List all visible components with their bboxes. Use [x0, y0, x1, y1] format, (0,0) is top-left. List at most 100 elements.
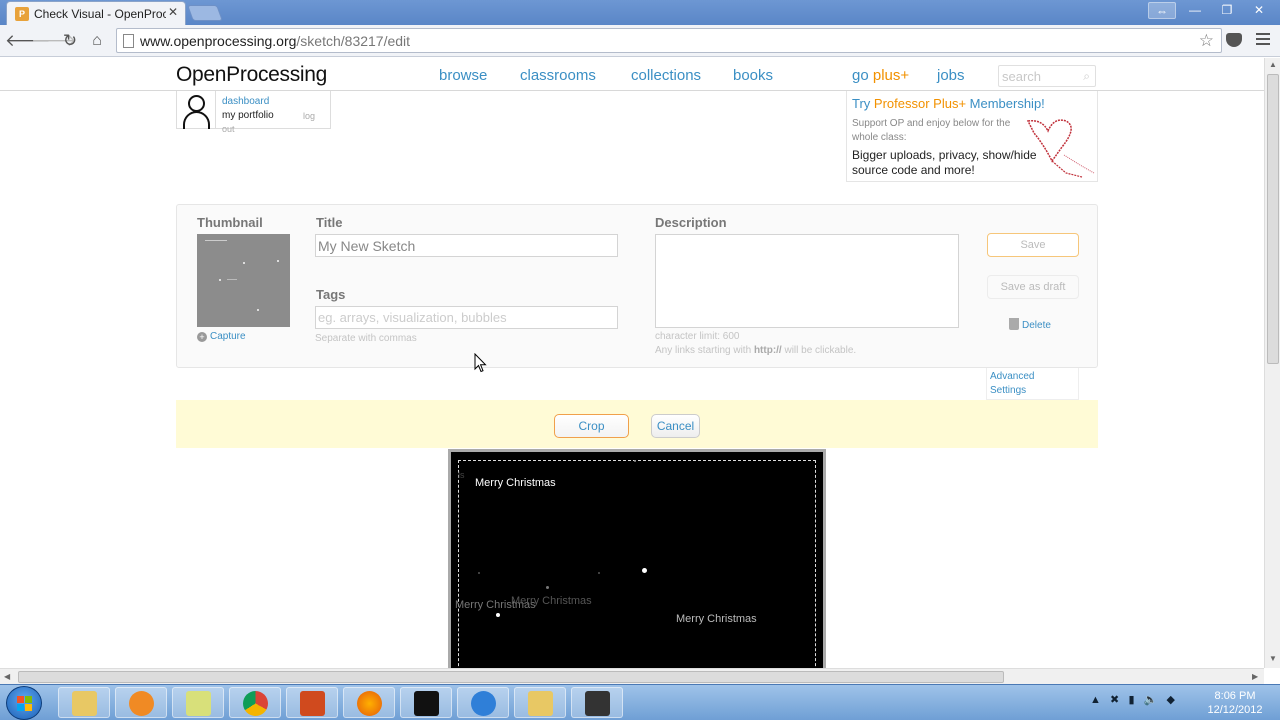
start-button[interactable] [6, 686, 42, 720]
reload-icon[interactable]: ↻ [59, 30, 81, 52]
menu-icon[interactable] [1256, 33, 1270, 47]
avatar[interactable] [180, 93, 214, 129]
forward-arrow-icon[interactable]: 🡒 [31, 30, 77, 52]
tab-title: Check Visual - OpenProce [34, 7, 166, 21]
thumbnail-image [197, 234, 290, 327]
delete-link[interactable]: Delete [1009, 318, 1051, 331]
pocket-icon[interactable] [1226, 33, 1242, 47]
sketch-text: Merry Christmas [511, 595, 592, 607]
folder-icon [72, 691, 97, 716]
taskbar-powerpoint[interactable] [286, 687, 338, 718]
site-header: OpenProcessing browse classrooms collect… [0, 58, 1264, 91]
scroll-right-icon[interactable]: ▶ [1252, 672, 1258, 681]
crop-button[interactable]: Crop [554, 414, 629, 438]
powerpoint-icon [300, 691, 325, 716]
minimize-button[interactable]: — [1182, 2, 1208, 19]
url-text: www.openprocessing.org/sketch/83217/edit [140, 33, 411, 49]
taskbar-media-player[interactable] [115, 687, 167, 718]
logout-link-log[interactable]: log [303, 111, 315, 121]
logout-link-out[interactable]: out [222, 124, 235, 134]
nav-classrooms[interactable]: classrooms [520, 67, 596, 84]
search-icon[interactable]: ⌕ [1083, 69, 1090, 84]
folder-icon [186, 691, 211, 716]
title-label: Title [316, 215, 343, 230]
capture-link[interactable]: + Capture [197, 331, 246, 342]
browser-tab[interactable]: P Check Visual - OpenProce ✕ [6, 1, 186, 25]
sketch-dot [546, 586, 549, 589]
description-textarea[interactable] [655, 234, 959, 328]
nav-go-plus[interactable]: go plus+ [852, 67, 909, 84]
nav-books[interactable]: books [733, 67, 773, 84]
crop-selection[interactable] [458, 460, 816, 668]
openprocessing-favicon: P [15, 7, 29, 21]
dashboard-link[interactable]: dashboard [222, 96, 269, 107]
taskbar-recorder[interactable] [571, 687, 623, 718]
chrome-icon [243, 691, 268, 716]
new-tab-button[interactable] [187, 5, 223, 21]
site-logo[interactable]: OpenProcessing [176, 63, 327, 87]
windows-taskbar: ▲ ✖ ▮ 🔈 ◆ 8:06 PM 12/12/2012 [0, 684, 1280, 720]
description-label: Description [655, 215, 727, 230]
nav-jobs[interactable]: jobs [937, 67, 965, 84]
cancel-button[interactable]: Cancel [651, 414, 700, 438]
plus-circle-icon: + [197, 332, 207, 342]
page-icon [123, 34, 134, 48]
crop-toolbar: Crop Cancel [176, 400, 1098, 448]
portfolio-link[interactable]: my portfolio [222, 110, 274, 121]
taskbar-folder[interactable] [172, 687, 224, 718]
processing-icon [414, 691, 439, 716]
firefox-icon [357, 691, 382, 716]
nav-browse[interactable]: browse [439, 67, 487, 84]
close-icon[interactable]: ✕ [168, 5, 178, 19]
internet-explorer-icon [471, 691, 496, 716]
taskbar-explorer[interactable] [58, 687, 110, 718]
sketch-text: ls [458, 470, 465, 480]
search-input[interactable]: search ⌕ [998, 65, 1096, 87]
user-menu: dashboard my portfolio log out [176, 91, 331, 134]
sketch-dot [496, 613, 500, 617]
folder-icon [528, 691, 553, 716]
close-window-button[interactable]: ✕ [1246, 2, 1272, 19]
restore-button[interactable]: ❐ [1214, 2, 1240, 19]
clock[interactable]: 8:06 PM 12/12/2012 [1200, 689, 1270, 717]
taskbar-chrome[interactable] [229, 687, 281, 718]
back-arrow-icon[interactable]: 🡐 [5, 30, 51, 52]
window-controls: ⇔ — ❐ ✕ [1148, 2, 1272, 19]
horizontal-scroll-thumb[interactable] [18, 671, 1004, 683]
tags-input[interactable]: eg. arrays, visualization, bubbles [315, 306, 618, 329]
sketch-dot [642, 568, 647, 573]
sketch-canvas[interactable]: Merry Christmas Merry Christmas Merry Ch… [451, 452, 823, 668]
browser-titlebar: P Check Visual - OpenProce ✕ ⇔ — ❐ ✕ [0, 0, 1280, 25]
tags-hint: Separate with commas [315, 333, 417, 344]
sketch-dot [478, 572, 480, 574]
scroll-left-icon[interactable]: ◀ [4, 672, 10, 681]
taskbar-ie[interactable] [457, 687, 509, 718]
sketch-canvas-frame: Merry Christmas Merry Christmas Merry Ch… [448, 449, 826, 668]
scroll-down-icon[interactable]: ▼ [1269, 654, 1277, 663]
advanced-settings-link[interactable]: Advanced Settings [986, 368, 1079, 400]
horizontal-scrollbar[interactable]: ◀ ▶ [0, 668, 1264, 684]
taskbar-folder2[interactable] [514, 687, 566, 718]
taskbar-processing[interactable] [400, 687, 452, 718]
links-hint: Any links starting with http:// will be … [655, 345, 857, 356]
save-draft-button[interactable]: Save as draft [987, 275, 1079, 299]
sketch-text: Merry Christmas [475, 477, 556, 489]
bookmark-star-icon[interactable]: ☆ [1199, 31, 1214, 51]
system-tray[interactable]: ▲ ✖ ▮ 🔈 ◆ [1090, 693, 1175, 706]
media-player-icon [129, 691, 154, 716]
extension-window-icon[interactable]: ⇔ [1148, 2, 1176, 19]
title-input[interactable]: My New Sketch [315, 234, 618, 257]
home-icon[interactable]: ⌂ [86, 30, 108, 52]
thumbnail-label: Thumbnail [197, 215, 263, 230]
address-bar[interactable]: www.openprocessing.org/sketch/83217/edit… [116, 28, 1222, 53]
save-button[interactable]: Save [987, 233, 1079, 257]
promo-subtext: Support OP and enjoy below for the whole… [852, 118, 1011, 143]
membership-promo[interactable]: Try Professor Plus+ Membership! Support … [846, 91, 1098, 182]
nav-collections[interactable]: collections [631, 67, 701, 84]
promo-title[interactable]: Try Professor Plus+ Membership! [852, 96, 1045, 111]
taskbar-firefox[interactable] [343, 687, 395, 718]
browser-toolbar: 🡐 🡒 ↻ ⌂ www.openprocessing.org/sketch/83… [0, 25, 1280, 57]
vertical-scroll-thumb[interactable] [1267, 74, 1279, 364]
vertical-scrollbar[interactable]: ▲ ▼ [1264, 58, 1280, 668]
scroll-up-icon[interactable]: ▲ [1269, 60, 1277, 69]
